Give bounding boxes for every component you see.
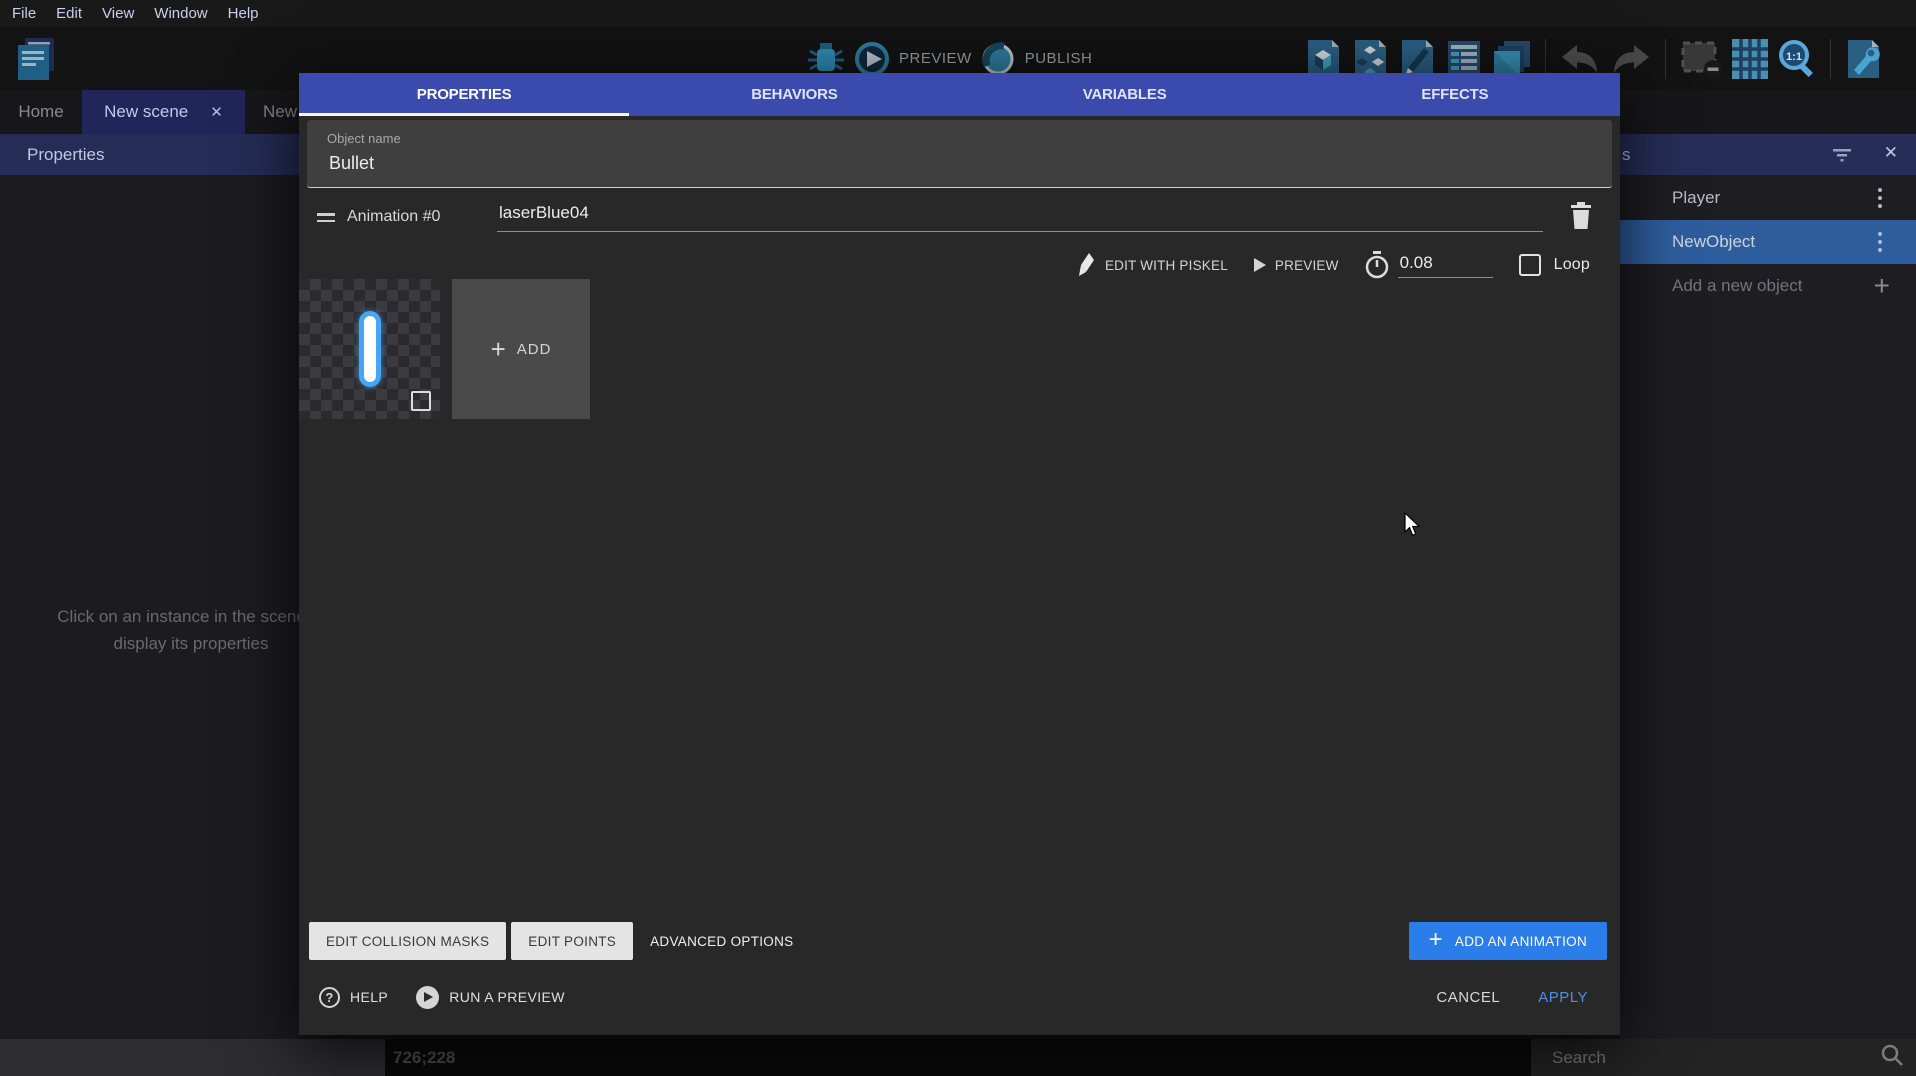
loop-checkbox[interactable] — [1519, 254, 1541, 276]
properties-panel-header: Properties — [0, 134, 299, 175]
scene-status-bar: 726;228 — [385, 1039, 1531, 1076]
objects-panel: s ✕ Player NewObject Add a new object + — [1620, 134, 1916, 1039]
add-frame-button[interactable]: + ADD — [452, 279, 590, 419]
animation-controls-row: EDIT WITH PISKEL PREVIEW Loop — [1078, 248, 1590, 282]
animation-preview-button[interactable]: PREVIEW — [1254, 258, 1339, 273]
objects-panel-title-tail: s — [1622, 145, 1631, 165]
tab-properties[interactable]: PROPERTIES — [299, 73, 629, 116]
add-object-plus-icon: + — [1874, 270, 1890, 302]
object-name-input[interactable] — [327, 152, 927, 175]
plus-icon: + — [491, 334, 506, 365]
object-name-field: Object name — [307, 120, 1612, 188]
undo-icon[interactable] — [1559, 43, 1601, 75]
redo-icon[interactable] — [1610, 43, 1652, 75]
scene-settings-icon[interactable] — [1844, 38, 1882, 80]
play-icon — [1254, 258, 1266, 272]
grid-icon[interactable] — [1732, 39, 1768, 79]
object-row-player[interactable]: Player — [1620, 175, 1916, 220]
help-icon: ? — [319, 987, 340, 1008]
plus-icon: + — [1429, 926, 1443, 954]
brush-icon — [1078, 253, 1096, 277]
animation-frame-thumbnail[interactable] — [299, 279, 440, 419]
properties-panel-body: Click on an instance in the scene to dis… — [0, 175, 299, 1039]
run-a-preview-button[interactable]: RUN A PREVIEW — [416, 986, 565, 1009]
object-name-label: Object name — [327, 131, 401, 146]
add-an-animation-button[interactable]: + ADD AN ANIMATION — [1409, 922, 1607, 960]
publish-button[interactable]: PUBLISH — [980, 41, 1093, 77]
publish-globe-icon — [980, 41, 1016, 77]
stopwatch-icon — [1365, 251, 1389, 279]
preview-play-icon — [854, 41, 890, 77]
delete-animation-icon[interactable] — [1570, 202, 1592, 235]
objects-panel-header: s ✕ — [1620, 134, 1916, 175]
dialog-footer: ? HELP RUN A PREVIEW CANCEL APPLY — [319, 976, 1588, 1018]
preview-label: PREVIEW — [899, 50, 972, 67]
frame-select-checkbox[interactable] — [411, 391, 431, 411]
mouse-cursor — [1404, 512, 1422, 543]
tab-variables[interactable]: VARIABLES — [960, 73, 1290, 116]
svg-text:1:1: 1:1 — [1786, 51, 1802, 63]
cursor-coordinates: 726;228 — [393, 1048, 455, 1068]
object-row-newobject[interactable]: NewObject — [1620, 220, 1916, 264]
zoom-one-to-one-icon[interactable]: 1:1 — [1777, 39, 1817, 79]
animation-name-input[interactable] — [497, 202, 1543, 232]
menu-file[interactable]: File — [12, 5, 36, 22]
loop-label: Loop — [1554, 256, 1590, 274]
menu-bar: File Edit View Window Help — [0, 0, 1916, 27]
publish-label: PUBLISH — [1025, 50, 1093, 67]
advanced-options-button[interactable]: ADVANCED OPTIONS — [650, 934, 793, 949]
menu-help[interactable]: Help — [228, 5, 259, 22]
time-between-frames-input[interactable] — [1398, 252, 1493, 278]
search-icon[interactable] — [1880, 1043, 1904, 1072]
properties-panel-title: Properties — [27, 145, 104, 165]
edit-with-piskel-button[interactable]: EDIT WITH PISKEL — [1078, 253, 1228, 277]
tab-effects[interactable]: EFFECTS — [1290, 73, 1620, 116]
object-menu-icon[interactable] — [1878, 188, 1882, 208]
edit-points-button[interactable]: EDIT POINTS — [511, 922, 633, 960]
toolbar-divider — [1830, 39, 1831, 79]
add-new-object-row[interactable]: Add a new object + — [1620, 264, 1916, 308]
dialog-actions-row: EDIT COLLISION MASKS EDIT POINTS ADVANCE… — [309, 922, 1610, 960]
properties-hint: Click on an instance in the scene to dis… — [0, 603, 299, 657]
objects-panel-close-icon[interactable]: ✕ — [1884, 143, 1898, 163]
object-menu-icon[interactable] — [1878, 232, 1882, 252]
run-preview-play-icon — [416, 986, 439, 1009]
apply-button[interactable]: APPLY — [1538, 989, 1588, 1006]
delete-selection-icon[interactable] — [1679, 40, 1723, 78]
animation-header-row: Animation #0 — [299, 200, 1620, 238]
edit-collision-masks-button[interactable]: EDIT COLLISION MASKS — [309, 922, 506, 960]
cancel-button[interactable]: CANCEL — [1436, 989, 1500, 1006]
filter-icon[interactable] — [1832, 147, 1852, 167]
menu-view[interactable]: View — [102, 5, 134, 22]
toolbar-divider — [1665, 39, 1666, 79]
dialog-tab-bar: PROPERTIES BEHAVIORS VARIABLES EFFECTS — [299, 73, 1620, 116]
tab-new-scene[interactable]: New scene ✕ — [82, 90, 245, 134]
search-input[interactable] — [1531, 1047, 1880, 1069]
project-manager-icon[interactable] — [14, 36, 58, 82]
tab-behaviors[interactable]: BEHAVIORS — [629, 73, 959, 116]
animation-title: Animation #0 — [347, 208, 440, 226]
tab-close-icon[interactable]: ✕ — [210, 103, 223, 121]
bottom-left-filler — [0, 1039, 385, 1076]
tab-new-truncated[interactable]: New — [245, 90, 301, 134]
drag-handle-icon[interactable] — [317, 213, 335, 226]
time-between-frames-field — [1365, 251, 1493, 279]
menu-window[interactable]: Window — [154, 5, 207, 22]
menu-edit[interactable]: Edit — [56, 5, 82, 22]
tab-home[interactable]: Home — [0, 90, 82, 134]
loop-toggle: Loop — [1519, 254, 1590, 276]
help-button[interactable]: ? HELP — [319, 987, 388, 1008]
object-properties-dialog: PROPERTIES BEHAVIORS VARIABLES EFFECTS O… — [299, 73, 1620, 1035]
laser-bullet-sprite — [359, 311, 381, 387]
preview-button[interactable]: PREVIEW — [854, 41, 972, 77]
objects-search-bar — [1531, 1039, 1916, 1076]
